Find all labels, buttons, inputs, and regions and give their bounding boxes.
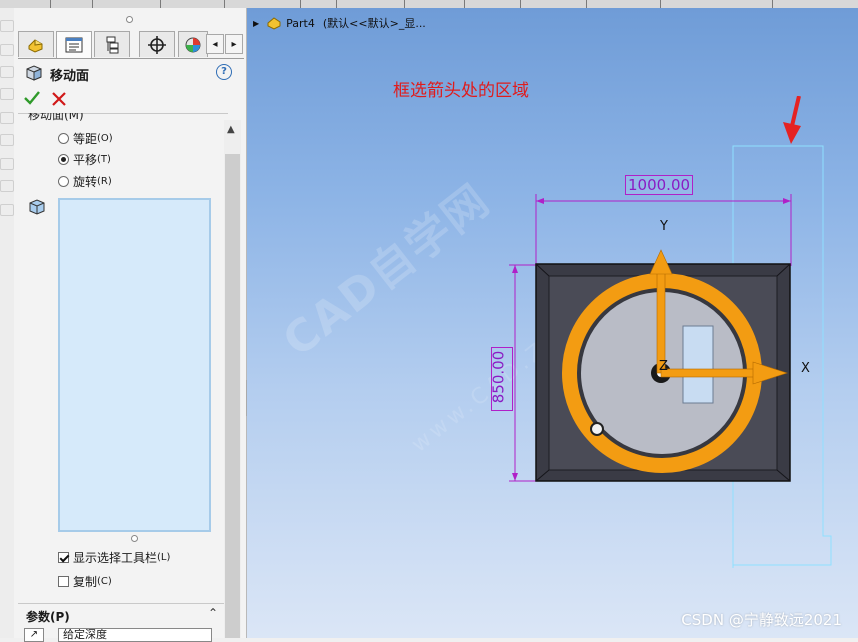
radio-rotate-shortcut: (R) (97, 175, 112, 187)
radio-translate-label: 平移 (73, 152, 98, 167)
panel-grip[interactable] (126, 16, 133, 23)
radio-offset-circle[interactable] (58, 132, 69, 144)
parameters-section-title: 参数(P) (26, 610, 70, 624)
width-dimension[interactable]: 1000.00 (625, 175, 694, 195)
help-button[interactable]: ? (216, 64, 232, 80)
source-credit: CSDN @宁静致远2021 (681, 611, 842, 629)
feature-manager-icon (28, 38, 43, 53)
copy-checkbox-row[interactable]: 复制 (C) (58, 572, 112, 590)
copy-checkbox[interactable] (58, 575, 69, 587)
selection-box-resize-grip[interactable] (131, 535, 138, 542)
chevron-up-icon[interactable]: ⌃ (208, 606, 218, 620)
model-drawing (509, 145, 832, 568)
property-manager-title: 移动面 (50, 69, 90, 84)
show-selection-toolbar-shortcut: (L) (157, 551, 171, 563)
scroll-up-arrow-icon[interactable]: ▲ (227, 124, 235, 135)
parameters-section-header[interactable]: 参数(P) ⌃ (18, 603, 224, 626)
height-dimension[interactable]: 850.00 (489, 347, 513, 411)
small-hole (590, 422, 604, 436)
left-icon-rail (0, 8, 14, 638)
radio-rotate[interactable]: 旋转 (R) (58, 172, 112, 190)
crosshair-icon (148, 35, 166, 54)
ok-checkmark-icon[interactable] (24, 90, 40, 106)
appearance-icon (185, 37, 201, 52)
end-condition-dropdown[interactable]: 给定深度 (58, 628, 212, 642)
tabs-scroll-right-button[interactable]: ▸ (225, 34, 243, 54)
tabs-scroll-left-button[interactable]: ◂ (206, 34, 224, 54)
triad-y-shaft (656, 269, 666, 374)
triad-y-head (649, 249, 673, 275)
dim-arrow-right (783, 198, 791, 204)
show-selection-toolbar-label: 显示选择工具栏 (73, 550, 158, 565)
move-face-icon (26, 65, 42, 81)
radio-offset[interactable]: 等距 (O) (58, 129, 113, 147)
radio-translate[interactable]: 平移 (T) (58, 150, 111, 168)
dim-arrow-top (512, 265, 518, 273)
dim-arrow-bottom (512, 473, 518, 481)
radio-translate-circle[interactable] (58, 153, 69, 165)
cancel-x-icon[interactable] (51, 91, 67, 107)
copy-shortcut: (C) (97, 575, 112, 587)
radio-rotate-circle[interactable] (58, 175, 69, 187)
radio-offset-shortcut: (O) (97, 132, 113, 144)
height-dimension-value: 850.00 (489, 350, 508, 404)
axis-z-label: Z (659, 359, 668, 374)
manager-tabs: ◂ ▸ (18, 31, 244, 59)
radio-rotate-label: 旋转 (73, 174, 98, 189)
tab-property-manager[interactable] (56, 31, 92, 58)
faces-selection-box[interactable] (58, 198, 211, 532)
triad-x-shaft (660, 368, 758, 378)
scrollbar-thumb[interactable] (225, 154, 240, 638)
face-selection-icon (29, 199, 45, 215)
axis-x-label: X (801, 361, 810, 376)
axis-y-label: Y (660, 219, 668, 234)
direction-arrow-icon[interactable]: ↗ (24, 628, 44, 642)
tab-configuration-manager[interactable] (94, 31, 130, 57)
panel-vertical-scrollbar[interactable]: ▲ (224, 120, 241, 638)
tab-display-manager[interactable] (178, 31, 208, 57)
tab-feature-manager[interactable] (18, 31, 54, 57)
move-face-section-header[interactable]: 移动面(M) (28, 113, 128, 122)
show-selection-toolbar-checkbox-row[interactable]: 显示选择工具栏 (L) (58, 548, 170, 566)
radio-translate-shortcut: (T) (97, 153, 111, 165)
property-manager-header: 移动面 ? (24, 62, 238, 84)
slot-face (682, 325, 714, 404)
dim-arrow-left (536, 198, 544, 204)
graphics-viewport[interactable]: CAD自学网 www.CAD.Z.com ▶ Part4 (默认<<默认>_显.… (247, 8, 858, 638)
configuration-manager-icon (106, 36, 119, 53)
copy-label: 复制 (73, 574, 98, 589)
parameters-row: ↗ 给定深度 (24, 628, 214, 642)
tab-dimxpert-manager[interactable] (139, 31, 175, 57)
radio-offset-label: 等距 (73, 131, 98, 146)
property-manager-icon (65, 37, 83, 53)
show-selection-toolbar-checkbox[interactable] (58, 551, 69, 563)
